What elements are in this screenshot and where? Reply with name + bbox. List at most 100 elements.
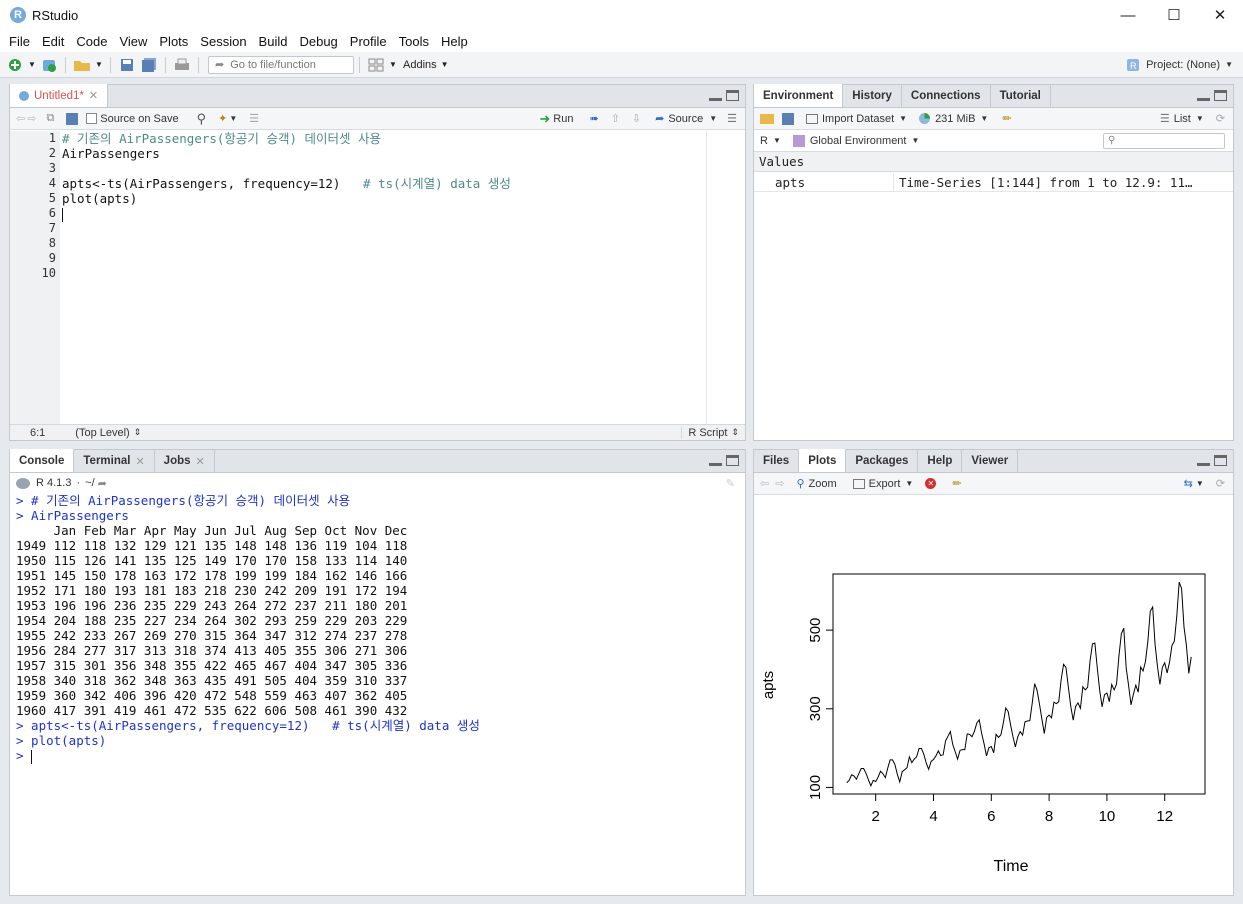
project-menu[interactable]: R Project: (None) ▼ xyxy=(1126,58,1233,72)
menu-debug[interactable]: Debug xyxy=(294,34,342,49)
minimize-pane-button[interactable] xyxy=(1197,90,1210,101)
import-dataset-button[interactable]: Import Dataset ▼ xyxy=(806,113,907,125)
chevron-down-icon[interactable]: ▼ xyxy=(229,114,237,123)
minimize-pane-button[interactable] xyxy=(709,90,722,101)
broom-icon[interactable]: ✏ xyxy=(952,477,961,490)
source-button[interactable]: ➦ Source ▼ xyxy=(655,112,717,126)
x-tick-label: 12 xyxy=(1156,808,1173,825)
tab-untitled1[interactable]: Untitled1* ✕ xyxy=(10,84,109,107)
tab-connections[interactable]: Connections xyxy=(902,85,991,107)
tab-help[interactable]: Help xyxy=(918,450,963,472)
tab-environment[interactable]: Environment xyxy=(754,84,844,107)
menu-build[interactable]: Build xyxy=(254,34,293,49)
open-file-icon[interactable] xyxy=(72,55,92,75)
tab-tutorial[interactable]: Tutorial xyxy=(991,85,1051,107)
environment-row[interactable]: apts Time-Series [1:144] from 1 to 12.9:… xyxy=(754,172,1233,192)
view-mode-button[interactable]: ☰ List ▼ xyxy=(1160,112,1204,126)
menu-plots[interactable]: Plots xyxy=(154,34,193,49)
tab-history[interactable]: History xyxy=(843,85,902,107)
rerun-icon[interactable]: ➠ xyxy=(589,112,598,125)
language-selector[interactable]: R ▼ xyxy=(760,135,781,147)
chevron-down-icon[interactable]: ▼ xyxy=(94,55,104,75)
menu-edit[interactable]: Edit xyxy=(37,34,69,49)
close-tab-icon[interactable]: ✕ xyxy=(135,455,144,468)
chevron-down-icon[interactable]: ▼ xyxy=(441,60,449,69)
maximize-pane-button[interactable] xyxy=(1214,455,1227,466)
console-output[interactable]: > # 기존의 AirPassengers(항공기 승객) 데이터셋 사용 > … xyxy=(16,493,741,893)
code-line: apts<-ts(AirPassengers, frequency=12) # … xyxy=(62,176,511,191)
outline-icon[interactable]: ☰ xyxy=(727,112,737,125)
environment-search-input[interactable]: ⚲ xyxy=(1103,132,1225,149)
broom-icon[interactable]: ✏ xyxy=(1002,112,1011,125)
remove-plot-icon[interactable]: ✕ xyxy=(925,478,937,489)
forward-arrow-icon[interactable]: ⇨ xyxy=(775,477,784,490)
tab-files[interactable]: Files xyxy=(754,450,800,472)
menu-session[interactable]: Session xyxy=(195,34,251,49)
goto-file-input[interactable]: ➦ Go to file/function xyxy=(208,55,354,74)
goto-wd-icon[interactable]: ➦ xyxy=(98,477,107,490)
close-button[interactable]: ✕ xyxy=(1197,0,1243,30)
tab-terminal[interactable]: Terminal ✕ xyxy=(74,450,155,472)
chevron-down-icon[interactable]: ▼ xyxy=(388,55,398,75)
search-icon[interactable]: ⚲ xyxy=(197,111,207,127)
tab-console[interactable]: Console xyxy=(10,449,75,472)
back-arrow-icon[interactable]: ⇦ xyxy=(16,112,25,125)
tab-packages[interactable]: Packages xyxy=(846,450,919,472)
memory-usage[interactable]: 231 MiB ▼ xyxy=(919,113,988,125)
source-on-save-checkbox[interactable] xyxy=(86,113,98,124)
chevron-down-icon[interactable]: ▼ xyxy=(1196,479,1204,488)
menu-profile[interactable]: Profile xyxy=(345,34,392,49)
new-project-icon[interactable] xyxy=(39,55,59,75)
go-down-icon[interactable]: ⇩ xyxy=(632,112,641,125)
line-number: 5 xyxy=(48,191,56,205)
code-editor[interactable]: # 기존의 AirPassengers(항공기 승객) 데이터셋 사용 AirP… xyxy=(62,131,705,424)
chevron-down-icon: ▼ xyxy=(911,136,920,145)
clear-console-icon[interactable]: ✎ xyxy=(726,477,735,490)
go-up-icon[interactable]: ⇧ xyxy=(611,112,620,125)
show-in-window-icon[interactable]: ⧉ xyxy=(46,112,54,125)
console-prompt[interactable]: > xyxy=(16,748,741,764)
refresh-icon[interactable]: ⟳ xyxy=(1216,112,1225,125)
save-workspace-icon[interactable] xyxy=(782,112,794,125)
compile-report-icon[interactable]: ☰ xyxy=(249,112,259,125)
maximize-pane-button[interactable] xyxy=(726,455,739,466)
minimize-button[interactable]: — xyxy=(1105,0,1151,30)
menu-code[interactable]: Code xyxy=(71,34,112,49)
minimize-pane-button[interactable] xyxy=(1197,455,1210,466)
magic-wand-icon[interactable]: ✦ xyxy=(218,112,227,125)
grid-layout-icon[interactable] xyxy=(366,55,386,75)
menu-view[interactable]: View xyxy=(114,34,152,49)
refresh-icon[interactable]: ⟳ xyxy=(1216,477,1225,490)
load-workspace-icon[interactable] xyxy=(760,113,774,124)
back-arrow-icon[interactable]: ⇦ xyxy=(760,477,769,490)
menu-help[interactable]: Help xyxy=(436,34,473,49)
working-directory[interactable]: ~/ xyxy=(85,477,94,489)
save-all-icon[interactable] xyxy=(139,55,159,75)
file-type-selector[interactable]: R Script ⇕ xyxy=(681,426,739,439)
zoom-button[interactable]: ⚲ Zoom xyxy=(796,477,836,491)
close-tab-icon[interactable]: ✕ xyxy=(89,89,98,102)
new-file-icon[interactable] xyxy=(5,55,25,75)
close-tab-icon[interactable]: ✕ xyxy=(196,455,205,468)
scope-selector[interactable]: (Top Level) ⇕ xyxy=(75,427,141,439)
forward-arrow-icon[interactable]: ⇨ xyxy=(27,112,36,125)
save-icon[interactable] xyxy=(117,55,137,75)
save-icon[interactable] xyxy=(66,112,79,125)
maximize-pane-button[interactable] xyxy=(1214,90,1227,101)
environment-tabbar: Environment History Connections Tutorial xyxy=(754,84,1233,108)
print-icon[interactable] xyxy=(172,55,192,75)
maximize-button[interactable]: ☐ xyxy=(1151,0,1197,30)
tab-plots[interactable]: Plots xyxy=(799,449,847,472)
menu-tools[interactable]: Tools xyxy=(394,34,434,49)
publish-icon[interactable]: ⇆ xyxy=(1184,477,1193,490)
run-button[interactable]: ➜ Run xyxy=(539,111,573,127)
tab-jobs[interactable]: Jobs ✕ xyxy=(155,450,215,472)
tab-viewer[interactable]: Viewer xyxy=(962,450,1019,472)
chevron-down-icon[interactable]: ▼ xyxy=(27,55,37,75)
export-button[interactable]: Export ▼ xyxy=(852,478,913,490)
minimize-pane-button[interactable] xyxy=(709,455,722,466)
maximize-pane-button[interactable] xyxy=(726,90,739,101)
scope-selector[interactable]: Global Environment ▼ xyxy=(792,134,920,147)
menu-file[interactable]: File xyxy=(4,34,35,49)
addins-menu[interactable]: Addins xyxy=(403,59,437,71)
